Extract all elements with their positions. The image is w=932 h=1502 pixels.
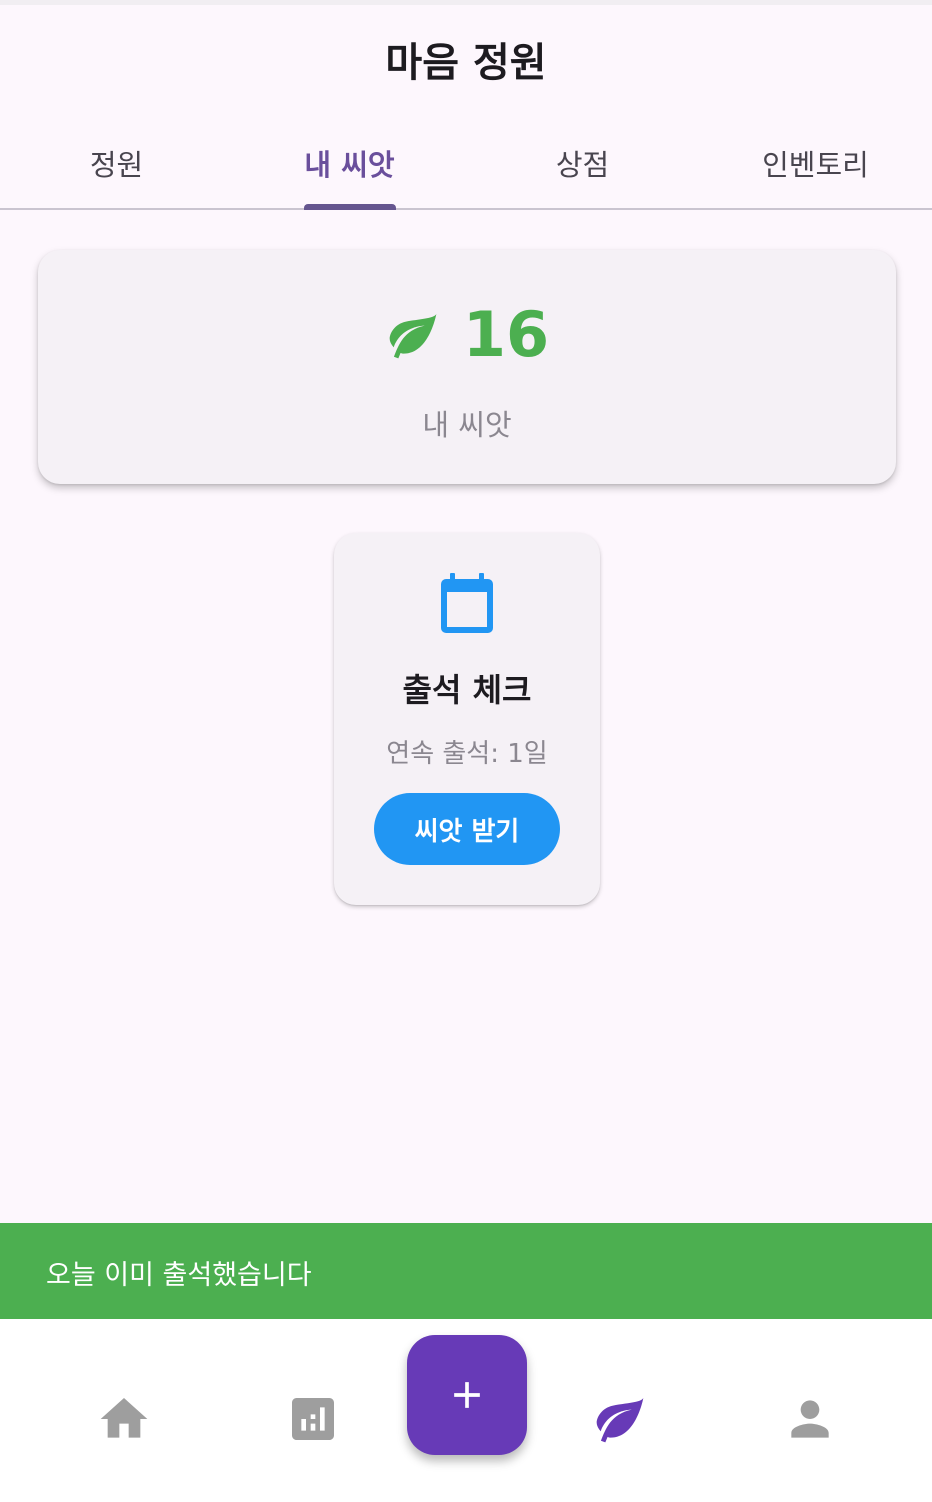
attendance-title: 출석 체크 [402,671,532,709]
seed-label: 내 씨앗 [422,408,512,442]
add-icon [454,1382,480,1408]
nav-profile[interactable] [782,1391,838,1447]
home-icon [100,1398,148,1438]
tab-garden-label: 정원 [89,148,144,182]
tab-my-seeds[interactable]: 내 씨앗 [233,120,466,210]
tab-garden[interactable]: 정원 [0,120,233,208]
nav-seeds[interactable] [592,1391,648,1447]
page-title: 마음 정원 [385,40,547,86]
seed-balance-card: 16 내 씨앗 [38,250,896,484]
snackbar-message: 오늘 이미 출석했습니다 [46,1260,312,1291]
attendance-card: 출석 체크 연속 출석: 1일 씨앗 받기 [334,533,600,905]
seed-balance-row: 16 [38,298,896,371]
bottom-navigation [0,1319,932,1502]
tab-bar: 정원 내 씨앗 상점 인벤토리 [0,120,932,210]
tab-active-indicator [303,204,396,210]
leaf-icon [389,313,437,358]
tab-inventory-label: 인벤토리 [762,148,869,182]
add-fab-button[interactable] [407,1335,527,1455]
status-bar [0,0,932,5]
calendar-icon [441,573,493,633]
person-icon [791,1400,829,1438]
app-screen: 마음 정원 정원 내 씨앗 상점 인벤토리 16 내 씨앗 출석 체크 연속 출… [0,0,932,1502]
leaf-icon [596,1398,644,1443]
attendance-streak: 연속 출석: 1일 [386,739,548,769]
nav-home[interactable] [96,1391,152,1447]
tab-my-seeds-label: 내 씨앗 [304,148,395,182]
seed-count: 16 [462,298,550,371]
snackbar: 오늘 이미 출석했습니다 [0,1223,932,1319]
chart-icon [292,1398,334,1440]
claim-seeds-button[interactable]: 씨앗 받기 [374,793,560,865]
nav-stats[interactable] [285,1391,341,1447]
tab-shop[interactable]: 상점 [466,120,699,208]
tab-shop-label: 상점 [555,148,610,182]
tab-inventory[interactable]: 인벤토리 [699,120,932,208]
